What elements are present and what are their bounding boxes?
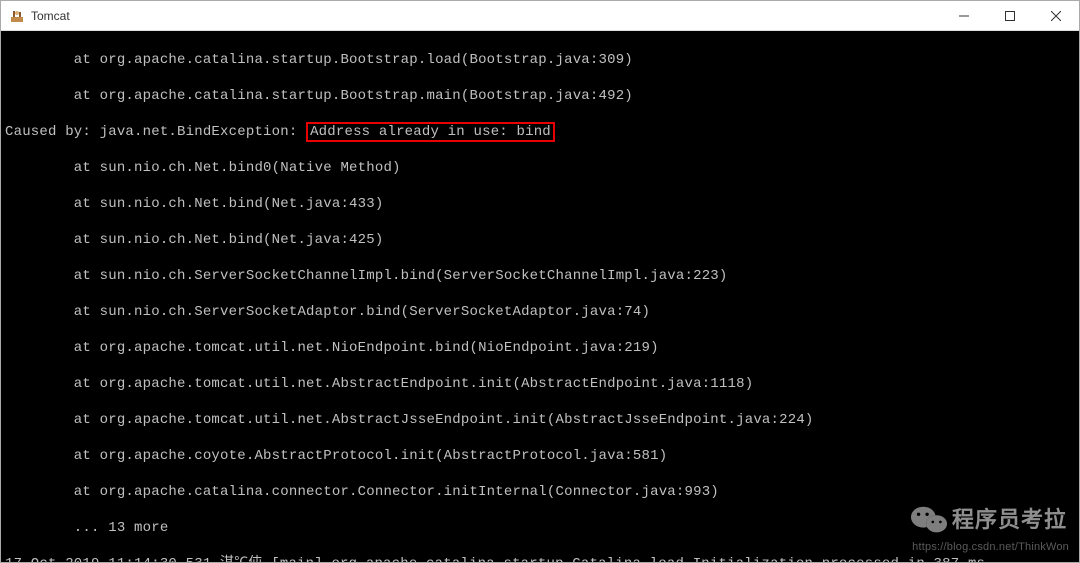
log-line: at org.apache.catalina.connector.Connect… [5,483,1075,501]
log-line: ... 13 more [5,519,1075,537]
window-title: Tomcat [31,9,941,23]
maximize-button[interactable] [987,1,1033,30]
log-line-causedby: Caused by: java.net.BindException: Addre… [5,123,1075,141]
log-line: at sun.nio.ch.ServerSocketAdaptor.bind(S… [5,303,1075,321]
log-line: at org.apache.tomcat.util.net.AbstractEn… [5,375,1075,393]
caused-by-prefix: Caused by: java.net.BindException: [5,124,306,140]
close-button[interactable] [1033,1,1079,30]
log-line: at org.apache.tomcat.util.net.NioEndpoin… [5,339,1075,357]
log-line: at sun.nio.ch.Net.bind0(Native Method) [5,159,1075,177]
titlebar[interactable]: Tomcat [1,1,1079,31]
console-output[interactable]: at org.apache.catalina.startup.Bootstrap… [1,31,1079,562]
log-line: at org.apache.tomcat.util.net.AbstractJs… [5,411,1075,429]
app-icon [9,8,25,24]
log-line: at sun.nio.ch.ServerSocketChannelImpl.bi… [5,267,1075,285]
log-line: at sun.nio.ch.Net.bind(Net.java:425) [5,231,1075,249]
log-line: at sun.nio.ch.Net.bind(Net.java:433) [5,195,1075,213]
minimize-button[interactable] [941,1,987,30]
window-controls [941,1,1079,30]
log-line: at org.apache.catalina.startup.Bootstrap… [5,87,1075,105]
csdn-watermark: https://blog.csdn.net/ThinkWon [912,538,1069,556]
log-line: 17-Oct-2019 11:14:30.531 淇℃伅 [main] org.… [5,555,1075,562]
error-highlight: Address already in use: bind [306,122,555,142]
log-line: at org.apache.catalina.startup.Bootstrap… [5,51,1075,69]
log-line: at org.apache.coyote.AbstractProtocol.in… [5,447,1075,465]
window: Tomcat at org.apache.catalina.startup.Bo… [0,0,1080,563]
